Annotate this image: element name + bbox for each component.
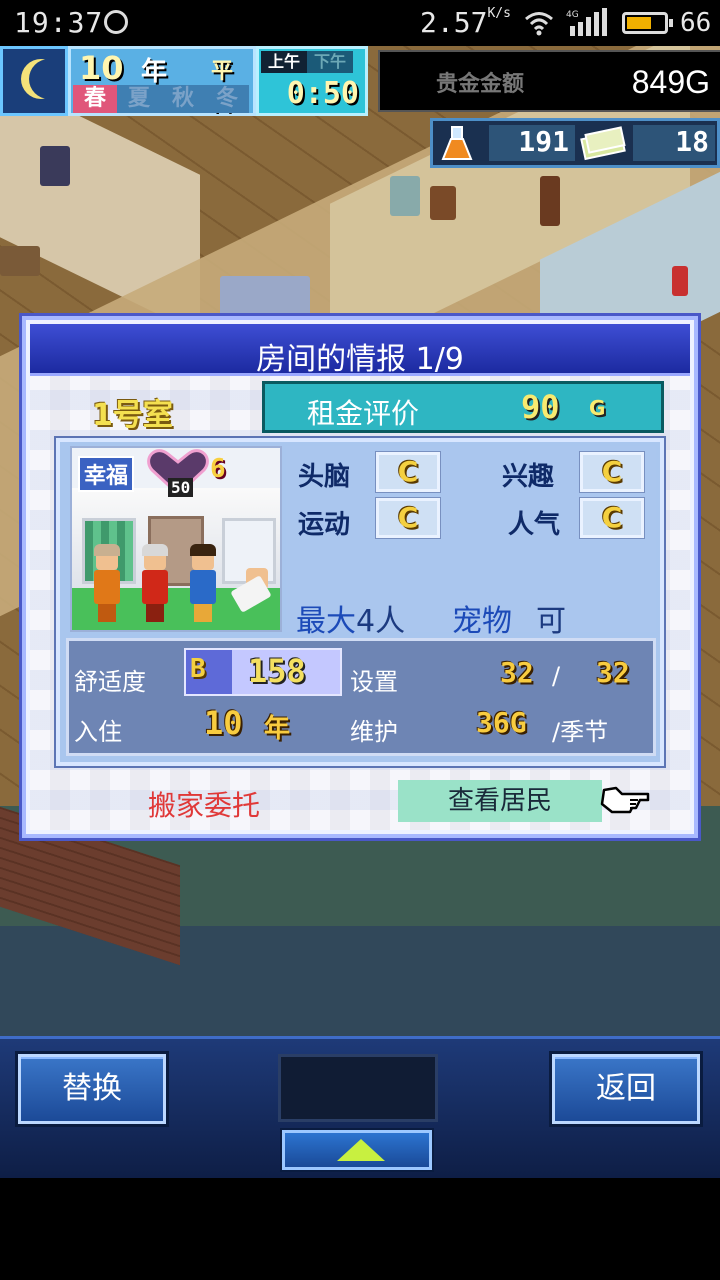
fan-furniture <box>390 176 420 216</box>
resources-panel: 191 18 <box>430 118 720 168</box>
battery-icon <box>622 12 673 34</box>
game-screen: 19:37 2.57K/s 4G 66 10 年 平 春 夏 秋 冬 上午 下午… <box>0 0 720 1280</box>
max-label: 最大 <box>296 604 356 639</box>
research-points: 191 <box>489 125 575 161</box>
comfort-grade: B <box>190 654 206 684</box>
attr-label-sports: 运动 <box>298 510 351 540</box>
max-occupancy: 最大4人 <box>296 596 405 640</box>
rent-rating-box: 租金评价 90 G <box>262 381 664 433</box>
attr-grade-sports: C <box>376 498 440 538</box>
residence-label: 入住 <box>74 718 122 746</box>
attr-label-brains: 头脑 <box>298 462 351 492</box>
up-arrow-icon <box>337 1139 385 1161</box>
season-tabs: 春 夏 秋 冬 <box>73 85 249 113</box>
swap-button[interactable]: 替换 <box>18 1054 166 1124</box>
rent-label: 租金评价 <box>307 397 420 430</box>
ticket-count: 18 <box>633 125 715 161</box>
year-unit: 年 <box>141 57 168 87</box>
tickets-icon <box>580 126 626 161</box>
date-panel: 10 年 平日 春 夏 秋 冬 <box>68 46 256 116</box>
year-number: 10 <box>79 49 124 87</box>
wifi-icon <box>525 12 553 36</box>
money-value: 849G <box>631 64 710 100</box>
dialog-title: 房间的情报 1/9 <box>256 342 464 377</box>
happiness-label: 幸福 <box>78 456 135 492</box>
room-name: 1号室 <box>92 398 173 433</box>
network-speed-unit: K/s <box>487 6 511 21</box>
season-spring: 春 <box>73 85 117 113</box>
battery-percent: 66 <box>680 8 712 38</box>
status-time: 19:37 <box>14 6 104 39</box>
clock-panel: 上午 下午 0:50 <box>256 46 368 116</box>
pet-label: 宠物 <box>452 604 512 639</box>
am-label: 上午 <box>261 51 307 73</box>
setting-label: 设置 <box>350 668 398 696</box>
residence-value: 10 <box>204 704 243 742</box>
moon-icon <box>29 59 69 99</box>
attr-grade-interest: C <box>580 452 644 492</box>
expand-menu-button[interactable] <box>282 1130 432 1170</box>
setting-max: 32 <box>596 656 630 689</box>
extinguisher-furniture <box>672 266 688 296</box>
maintenance-unit: /季节 <box>552 718 609 746</box>
rent-value: 90 <box>521 388 560 426</box>
happiness-value: 6 <box>210 454 226 484</box>
rent-unit: G <box>589 396 606 420</box>
cell-signal-icon: 4G <box>566 8 607 36</box>
season-summer: 夏 <box>117 85 161 113</box>
setting-slash: / <box>552 662 561 690</box>
attr-label-interest: 兴趣 <box>502 462 555 492</box>
alarm-icon <box>104 10 128 34</box>
season-autumn: 秋 <box>161 85 205 113</box>
am-pm-indicator: 上午 下午 <box>261 51 353 73</box>
vacuum-furniture <box>40 146 70 186</box>
maintenance-label: 维护 <box>350 718 398 746</box>
comfort-label: 舒适度 <box>74 668 146 696</box>
game-clock: 0:50 <box>286 76 359 111</box>
resident-figure <box>186 544 220 622</box>
heart-number: 50 <box>168 478 194 497</box>
residence-unit: 年 <box>264 714 291 744</box>
flask-icon <box>441 126 473 160</box>
guitar-furniture <box>540 176 560 226</box>
table-furniture <box>0 246 40 276</box>
setting-current: 32 <box>500 656 534 689</box>
pet-value: 可 <box>536 604 566 639</box>
dialog-title-bar: 房间的情报 1/9 <box>30 324 690 377</box>
network-speed: 2.57K/s <box>420 6 511 39</box>
road <box>0 926 720 1036</box>
baby-figure <box>230 568 272 613</box>
resident-figure <box>90 544 124 622</box>
comfort-value: 158 <box>248 652 306 690</box>
resident-figure <box>138 544 172 622</box>
pm-label: 下午 <box>307 51 353 73</box>
bed-furniture <box>220 276 310 316</box>
move-out-request-button[interactable]: 搬家委托 <box>148 784 260 824</box>
season-winter: 冬 <box>205 85 249 113</box>
money-panel: 贵金金额 849G <box>378 50 720 112</box>
battery-fill <box>627 17 651 29</box>
back-button[interactable]: 返回 <box>552 1054 700 1124</box>
center-slot <box>278 1054 438 1122</box>
status-bar: 19:37 2.57K/s 4G 66 <box>0 0 720 46</box>
bottom-blank <box>0 1180 720 1280</box>
attr-grade-popularity: C <box>580 498 644 538</box>
chair-furniture <box>430 186 456 220</box>
money-label: 贵金金额 <box>436 72 525 97</box>
night-indicator <box>0 46 68 116</box>
network-speed-value: 2.57 <box>420 6 488 39</box>
attr-grade-brains: C <box>376 452 440 492</box>
attr-label-popularity: 人气 <box>508 510 561 540</box>
maintenance-value: 36G <box>476 706 527 739</box>
max-value: 4人 <box>356 604 406 639</box>
view-residents-button[interactable]: 查看居民 <box>398 780 602 822</box>
pointing-hand-icon <box>600 786 650 814</box>
signal-type-label: 4G <box>566 10 579 20</box>
